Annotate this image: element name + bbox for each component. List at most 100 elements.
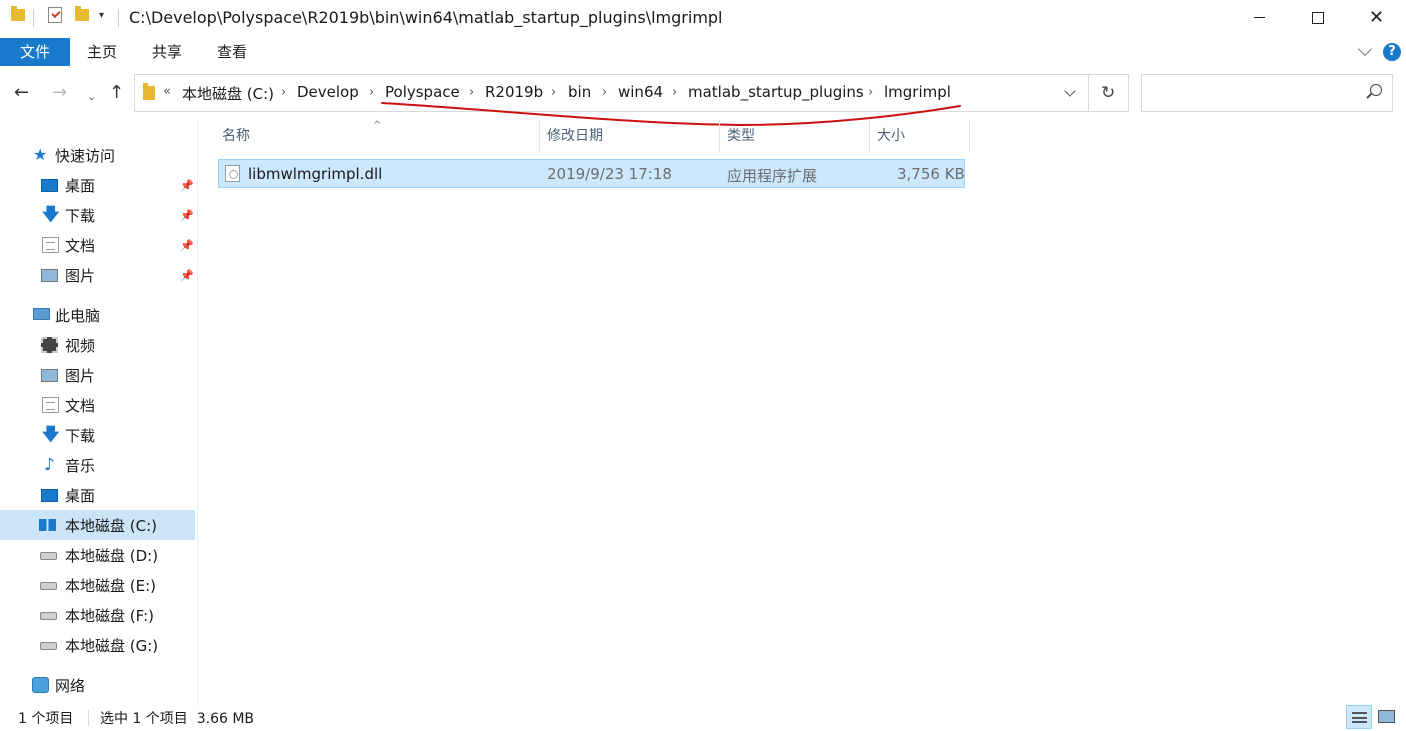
minimize-button[interactable] — [1231, 0, 1289, 36]
sidebar-item-desktop[interactable]: 桌面 📌 — [0, 170, 195, 200]
sidebar-item-documents-pc[interactable]: 文档 — [0, 390, 195, 420]
breadcrumb-overflow-icon[interactable]: « — [163, 84, 171, 99]
chevron-down-icon[interactable] — [1064, 85, 1076, 97]
pin-icon: 📌 — [180, 179, 194, 192]
sidebar-item-documents[interactable]: 文档 📌 — [0, 230, 195, 260]
item-count: 1 个项目 — [18, 711, 74, 727]
sidebar-item-label: 本地磁盘 (C:) — [65, 517, 157, 535]
sidebar-item-drive-f[interactable]: 本地磁盘 (F:) — [0, 600, 195, 630]
close-button[interactable]: ✕ — [1347, 0, 1405, 36]
tab-file[interactable]: 文件 — [0, 38, 70, 66]
expand-ribbon-icon[interactable] — [1357, 41, 1373, 57]
sidebar-item-label: 音乐 — [65, 457, 96, 475]
windows-drive-icon — [39, 519, 56, 531]
folder-icon — [11, 6, 25, 21]
window-title: C:\Develop\Polyspace\R2019b\bin\win64\ma… — [129, 8, 723, 27]
sidebar-item-label: 文档 — [65, 397, 96, 415]
download-icon: 🡇 — [42, 425, 60, 445]
back-arrow-icon[interactable]: ← — [14, 82, 29, 104]
details-view-button[interactable] — [1346, 705, 1372, 729]
chevron-right-icon[interactable]: › — [281, 85, 286, 100]
column-header-modified[interactable]: 修改日期 — [543, 120, 720, 152]
maximize-icon — [1312, 12, 1324, 24]
recent-locations-icon[interactable]: ⌄ — [87, 86, 96, 108]
sidebar-item-downloads[interactable]: 🡇 下载 📌 — [0, 200, 195, 230]
chevron-right-icon[interactable]: › — [369, 85, 374, 100]
breadcrumb-develop[interactable]: Develop — [297, 83, 359, 101]
divider — [118, 9, 119, 27]
column-header-row: ^ 名称 修改日期 类型 大小 — [218, 120, 970, 152]
sidebar-item-label: 视频 — [65, 337, 96, 355]
pin-icon: 📌 — [180, 209, 194, 222]
network-icon — [32, 677, 49, 693]
large-icons-view-button[interactable] — [1374, 705, 1400, 729]
breadcrumb-local-disk-c[interactable]: 本地磁盘 (C:) — [182, 83, 274, 104]
search-icon[interactable] — [1370, 84, 1382, 96]
properties-icon[interactable] — [48, 7, 62, 23]
drive-icon — [40, 642, 57, 650]
drive-icon — [40, 582, 57, 590]
tab-share[interactable]: 共享 — [152, 38, 182, 66]
sidebar-item-pictures-pc[interactable]: 图片 — [0, 360, 195, 390]
download-icon: 🡇 — [42, 205, 60, 225]
desktop-icon — [41, 489, 58, 502]
sidebar-item-music[interactable]: ♪ 音乐 — [0, 450, 195, 480]
sidebar-item-label: 下载 — [65, 427, 96, 445]
sidebar-item-label: 本地磁盘 (G:) — [65, 637, 159, 655]
up-arrow-icon[interactable]: ↑ — [109, 82, 124, 104]
sidebar-item-label: 本地磁盘 (E:) — [65, 577, 157, 595]
sidebar-item-pictures[interactable]: 图片 📌 — [0, 260, 195, 290]
details-view-icon — [1352, 712, 1367, 723]
sidebar-item-label: 快速访问 — [55, 147, 116, 165]
computer-icon — [33, 308, 50, 320]
close-icon: ✕ — [1369, 7, 1385, 28]
sidebar-item-label: 桌面 — [65, 177, 96, 195]
file-type: 应用程序扩展 — [727, 167, 818, 185]
sidebar-item-downloads-pc[interactable]: 🡇 下载 — [0, 420, 195, 450]
drive-icon — [40, 552, 57, 560]
document-icon — [42, 237, 59, 253]
folder-icon — [143, 83, 155, 100]
document-icon — [42, 397, 59, 413]
column-header-size[interactable]: 大小 — [873, 120, 970, 152]
pin-icon: 📌 — [180, 239, 194, 252]
sidebar-item-label: 本地磁盘 (D:) — [65, 547, 159, 565]
sidebar-item-this-pc[interactable]: 此电脑 — [0, 300, 195, 330]
divider — [88, 710, 89, 726]
sidebar-item-drive-c[interactable]: 本地磁盘 (C:) — [0, 510, 195, 540]
sidebar-item-quick-access[interactable]: ★ 快速访问 — [0, 140, 195, 170]
selection-info: 选中 1 个项目 3.66 MB — [100, 711, 255, 727]
video-icon — [41, 337, 58, 353]
tab-home[interactable]: 主页 — [87, 38, 117, 66]
search-input[interactable] — [1141, 74, 1393, 112]
title-bar: ▾ C:\Develop\Polyspace\R2019b\bin\win64\… — [0, 0, 1406, 36]
sidebar-item-network[interactable]: 网络 — [0, 670, 195, 700]
file-row[interactable]: libmwlmgrimpl.dll 2019/9/23 17:18 应用程序扩展… — [218, 159, 965, 188]
sidebar-item-drive-g[interactable]: 本地磁盘 (G:) — [0, 630, 195, 660]
column-header-name[interactable]: 名称 — [218, 120, 540, 152]
file-size: 3,756 KB — [897, 165, 965, 183]
sidebar-item-label: 本地磁盘 (F:) — [65, 607, 154, 625]
drive-icon — [40, 612, 57, 620]
sidebar-item-videos[interactable]: 视频 — [0, 330, 195, 360]
sidebar-item-desktop-pc[interactable]: 桌面 — [0, 480, 195, 510]
sidebar-item-label: 网络 — [55, 677, 86, 695]
column-header-type[interactable]: 类型 — [723, 120, 870, 152]
quick-access-dropdown-icon[interactable]: ▾ — [99, 10, 104, 21]
divider — [33, 9, 34, 27]
forward-arrow-icon[interactable]: → — [52, 82, 67, 104]
pictures-icon — [41, 369, 58, 382]
tab-view[interactable]: 查看 — [217, 38, 247, 66]
sidebar-item-label: 文档 — [65, 237, 96, 255]
help-icon[interactable]: ? — [1383, 43, 1401, 61]
new-folder-icon[interactable] — [75, 6, 89, 21]
refresh-button[interactable]: ↻ — [1089, 74, 1129, 112]
sidebar-item-label: 图片 — [65, 267, 96, 285]
maximize-button[interactable] — [1289, 0, 1347, 36]
pin-icon: 📌 — [180, 269, 194, 282]
sidebar-item-drive-d[interactable]: 本地磁盘 (D:) — [0, 540, 195, 570]
file-modified: 2019/9/23 17:18 — [547, 165, 672, 183]
minimize-icon — [1254, 17, 1265, 18]
desktop-icon — [41, 179, 58, 192]
sidebar-item-drive-e[interactable]: 本地磁盘 (E:) — [0, 570, 195, 600]
